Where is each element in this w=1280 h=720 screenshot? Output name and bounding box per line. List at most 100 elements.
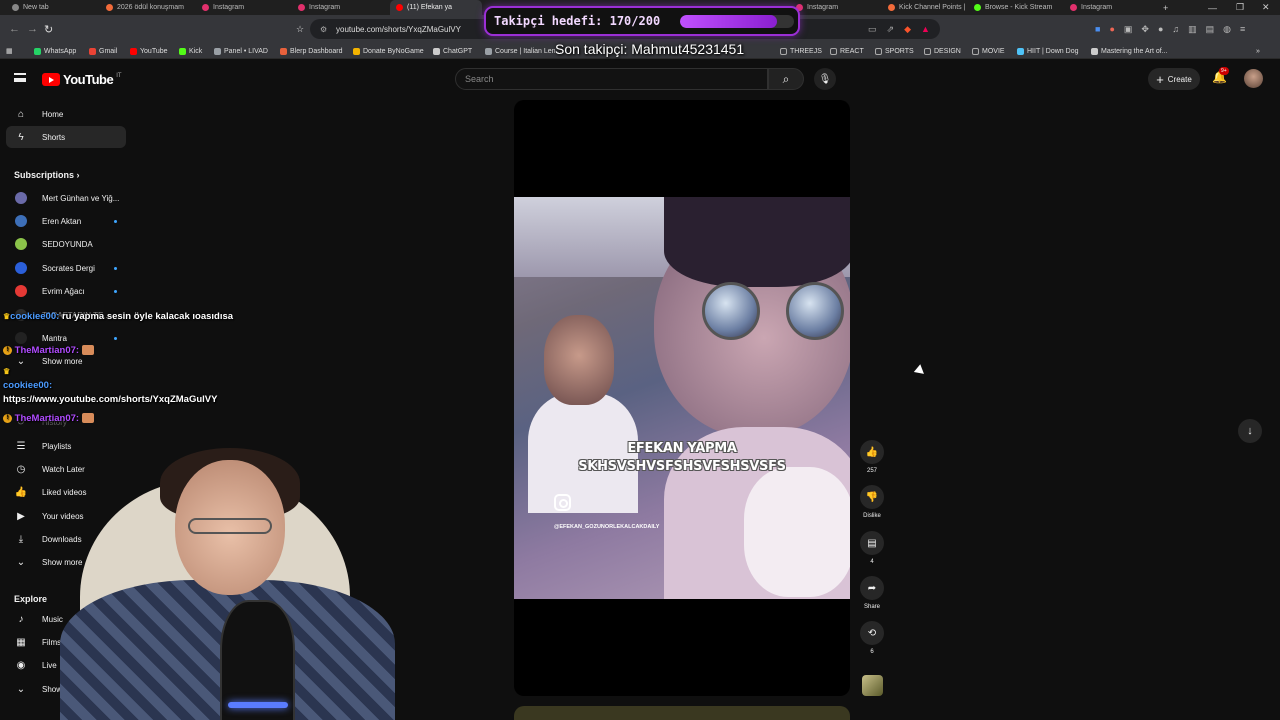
like-icon: 👍 — [14, 486, 28, 498]
browser-tab[interactable]: Instagram — [790, 0, 880, 15]
shorts-icon: ϟ — [18, 131, 24, 143]
share-page-icon[interactable]: ⇗ — [887, 24, 895, 35]
new-tab-button[interactable]: + — [1163, 0, 1168, 15]
subscription-item[interactable]: Eren Aktan — [6, 210, 126, 232]
emote-icon — [81, 345, 94, 356]
music-icon[interactable]: ♫ — [1172, 24, 1179, 34]
wallet-icon[interactable]: ▤ — [1206, 24, 1215, 35]
vpn-icon[interactable]: ◍ — [1223, 24, 1231, 35]
brave-shield-icon[interactable]: ◆ — [904, 24, 911, 35]
extension-icon[interactable]: ● — [1109, 24, 1114, 34]
sidebar-item-shorts[interactable]: ϟ Shorts — [6, 126, 126, 148]
bookmark-folder[interactable]: DESIGN — [924, 43, 961, 59]
mouse-cursor-icon — [913, 364, 928, 378]
folder-icon — [924, 47, 931, 55]
share-button[interactable]: ➦ Share — [858, 576, 886, 610]
shorts-video-player[interactable]: EFEKAN YAPMA SKHSVSHVSFSHSVFSHSVSFS @EFE… — [514, 100, 850, 696]
hamburger-menu-icon[interactable] — [14, 73, 26, 82]
search-input[interactable]: Search — [455, 68, 768, 90]
instagram-icon — [298, 4, 305, 11]
comments-button[interactable]: ▤ 4 — [858, 531, 886, 565]
reload-icon[interactable]: ↻ — [44, 15, 53, 43]
bookmark-item[interactable]: HIIT | Down Dog — [1017, 43, 1079, 59]
bookmark-item[interactable]: Donate ByNoGame — [353, 43, 424, 59]
bookmark-item[interactable]: YouTube — [130, 43, 168, 59]
bookmark-item[interactable]: Mastering the Art of... — [1091, 43, 1168, 59]
video-child — [544, 315, 614, 405]
video-cloth — [744, 467, 850, 597]
last-follower-text: Son takipçi: Mahmut45231451 — [555, 41, 745, 57]
sound-source-thumbnail[interactable] — [862, 675, 883, 696]
bookmark-item[interactable]: Course | Italian Len... — [485, 43, 561, 59]
subscription-item[interactable]: Mert Günhan ve Yiğ... — [6, 187, 126, 209]
bookmark-star-icon[interactable]: ☆ — [296, 15, 304, 43]
download-icon: ⤓ — [18, 533, 24, 545]
cast-icon[interactable]: ▭ — [868, 24, 877, 35]
brave-rewards-icon[interactable]: ▲ — [921, 24, 930, 34]
extension-icons: ■ ● ▣ ✥ ● ♫ ▥ ▤ ◍ ≡ — [1095, 19, 1245, 39]
notifications-button[interactable]: 🔔 9+ — [1212, 67, 1229, 84]
bookmark-folder[interactable]: SPORTS — [875, 43, 914, 59]
youtube-logo[interactable]: YouTube IT — [42, 72, 122, 87]
bookmark-item[interactable]: Gmail — [89, 43, 117, 59]
account-avatar[interactable] — [1244, 69, 1263, 88]
youtube-icon — [130, 47, 137, 55]
bookmark-folder[interactable]: MOVIE — [972, 43, 1005, 59]
browser-tab[interactable]: Instagram — [196, 0, 291, 15]
folder-icon — [875, 47, 882, 55]
channel-avatar — [15, 192, 27, 204]
search-button[interactable]: ⌕ — [768, 68, 804, 90]
dislike-button[interactable]: 👎 Dislike — [858, 485, 886, 519]
browser-tab-active[interactable]: (11) Efekan ya — [390, 0, 482, 15]
extension-icon[interactable]: ▣ — [1124, 24, 1133, 35]
minimize-icon[interactable]: — — [1208, 0, 1217, 15]
thumbs-up-icon: 👍 — [865, 446, 879, 458]
like-button[interactable]: 👍 257 — [858, 440, 886, 474]
sidebar-icon[interactable]: ▥ — [1188, 24, 1197, 35]
browser-tab[interactable]: 2026 ödül konuşmam — [100, 0, 195, 15]
site-info-icon[interactable]: ⚙ — [320, 25, 327, 34]
bookmark-folder[interactable]: THREEJS — [780, 43, 822, 59]
browser-tab[interactable]: Instagram — [292, 0, 387, 15]
instagram-icon — [1070, 4, 1077, 11]
channel-avatar — [15, 238, 27, 250]
channel-avatar — [15, 262, 27, 274]
video-woman-hair — [664, 197, 850, 287]
subscriptions-heading[interactable]: Subscriptions › — [14, 170, 80, 180]
subscription-item[interactable]: Socrates Dergi — [6, 257, 126, 279]
follower-goal-progress — [680, 15, 794, 28]
apps-icon[interactable]: ▦ — [6, 43, 13, 59]
browser-tab[interactable]: Instagram — [1064, 0, 1154, 15]
next-video-button[interactable]: ↓ — [1238, 419, 1262, 443]
chat-message: ♛ cookiee00: https://www.youtube.com/shor… — [3, 367, 218, 405]
next-short-preview[interactable] — [514, 706, 850, 720]
forward-icon[interactable]: → — [27, 15, 38, 43]
bookmark-item[interactable]: ChatGPT — [433, 43, 472, 59]
bookmark-item[interactable]: Kick — [179, 43, 202, 59]
extensions-puzzle-icon[interactable]: ✥ — [1141, 24, 1149, 35]
gmail-icon — [89, 47, 96, 55]
close-icon[interactable]: ✕ — [1262, 0, 1270, 15]
browser-tab[interactable]: Kick Channel Points | — [882, 0, 968, 15]
sunglasses-lens — [786, 282, 844, 340]
back-icon[interactable]: ← — [9, 15, 20, 43]
remix-button[interactable]: ⟲ 6 — [858, 621, 886, 655]
browser-tab[interactable]: New tab — [6, 0, 96, 15]
bookmarks-overflow-icon[interactable]: » — [1256, 43, 1260, 59]
voice-search-button[interactable]: 🎙 — [814, 68, 836, 90]
extension-icon[interactable]: ■ — [1095, 24, 1100, 34]
subscription-item[interactable]: SEDOYUNDA — [6, 233, 126, 255]
menu-icon[interactable]: ≡ — [1240, 24, 1245, 34]
sunglasses-lens — [702, 282, 760, 340]
extension-icon[interactable]: ● — [1158, 24, 1163, 34]
maximize-icon[interactable]: ❐ — [1236, 0, 1244, 15]
bookmark-folder[interactable]: REACT — [830, 43, 864, 59]
sidebar-item-home[interactable]: ⌂ Home — [6, 103, 126, 125]
subscription-item[interactable]: Evrim Ağacı — [6, 280, 126, 302]
browser-tab[interactable]: Browse - Kick Stream — [968, 0, 1060, 15]
create-button[interactable]: + Create — [1148, 68, 1200, 90]
bookmark-item[interactable]: Blerp Dashboard — [280, 43, 343, 59]
bookmark-item[interactable]: Panel • LIVAD — [214, 43, 268, 59]
video-frame: EFEKAN YAPMA SKHSVSHVSFSHSVFSHSVSFS @EFE… — [514, 197, 850, 599]
bookmark-item[interactable]: WhatsApp — [34, 43, 76, 59]
